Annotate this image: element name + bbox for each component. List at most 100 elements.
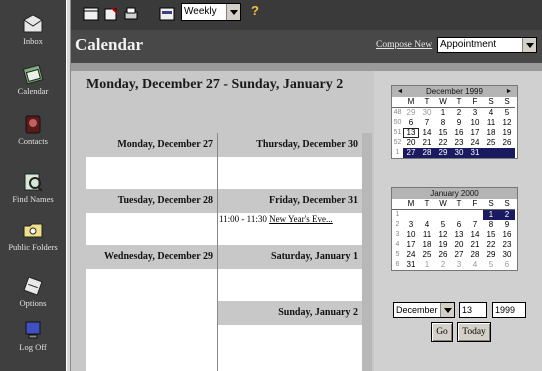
calendar-day[interactable]: 31 <box>403 260 419 270</box>
compose-new-select[interactable]: Appointment <box>437 37 537 53</box>
chevron-down-icon[interactable] <box>522 38 536 52</box>
day-slot-sunday[interactable] <box>218 325 362 371</box>
event-item[interactable]: 11:00 - 11:30 New Year's Eve... <box>219 214 333 224</box>
calendar-day[interactable]: 27 <box>403 148 419 158</box>
goto-year-input[interactable]: 1999 <box>492 302 526 318</box>
calendar-day[interactable]: 12 <box>435 230 451 240</box>
calendar-day[interactable]: 25 <box>483 138 499 148</box>
nav-item-options[interactable]: Options <box>0 274 66 308</box>
calendar-day[interactable]: 16 <box>499 230 515 240</box>
calendar-day[interactable]: 21 <box>419 138 435 148</box>
weekly-view-icon[interactable] <box>159 6 175 22</box>
calendar-day[interactable]: 5 <box>483 260 499 270</box>
go-button[interactable]: Go <box>431 322 453 342</box>
calendar-day[interactable]: 22 <box>483 240 499 250</box>
event-title-link[interactable]: New Year's Eve... <box>269 214 333 224</box>
calendar-day[interactable]: 28 <box>419 148 435 158</box>
calendar-day[interactable]: 12 <box>499 118 515 128</box>
calendar-day[interactable]: 17 <box>467 128 483 138</box>
calendar-day[interactable]: 1 <box>435 108 451 118</box>
calendar-day[interactable]: 26 <box>499 138 515 148</box>
day-slot-saturday[interactable] <box>218 269 362 301</box>
calendar-day[interactable]: 29 <box>483 250 499 260</box>
day-slot-tuesday[interactable] <box>86 213 217 245</box>
day-slot-thursday[interactable] <box>218 157 362 189</box>
calendar-day[interactable]: 3 <box>451 260 467 270</box>
calendar-day[interactable]: 15 <box>435 128 451 138</box>
week-scrollbar[interactable] <box>362 133 372 371</box>
calendar-day[interactable]: 18 <box>483 128 499 138</box>
calendar-day[interactable]: 30 <box>419 108 435 118</box>
help-button[interactable]: ? <box>251 3 259 18</box>
calendar-day[interactable]: 7 <box>419 118 435 128</box>
nav-item-log-off[interactable]: Log Off <box>0 318 66 352</box>
calendar-day[interactable]: 11 <box>483 118 499 128</box>
nav-item-calendar[interactable]: Calendar <box>0 62 66 96</box>
calendar-day[interactable]: 23 <box>499 240 515 250</box>
calendar-day[interactable]: 13 <box>451 230 467 240</box>
next-month-arrow-icon[interactable]: ► <box>503 86 515 97</box>
calendar-day[interactable]: 23 <box>451 138 467 148</box>
calendar-day[interactable]: 10 <box>467 118 483 128</box>
calendar-day[interactable]: 4 <box>483 108 499 118</box>
calendar-day[interactable]: 30 <box>451 148 467 158</box>
calendar-day[interactable]: 8 <box>435 118 451 128</box>
calendar-day[interactable]: 27 <box>451 250 467 260</box>
day-header-thursday[interactable]: Thursday, December 30 <box>218 133 362 157</box>
calendar-day[interactable]: 11 <box>419 230 435 240</box>
view-select[interactable]: Weekly <box>181 3 241 21</box>
calendar-day[interactable]: 18 <box>419 240 435 250</box>
calendar-day[interactable]: 6 <box>499 260 515 270</box>
calendar-day[interactable]: 10 <box>403 230 419 240</box>
calendar-day[interactable]: 31 <box>467 148 483 158</box>
calendar-day[interactable]: 4 <box>467 260 483 270</box>
compose-new-link[interactable]: Compose New <box>376 40 432 50</box>
calendar-day[interactable]: 17 <box>403 240 419 250</box>
day-header-wednesday[interactable]: Wednesday, December 29 <box>86 245 217 269</box>
calendar-day[interactable]: 3 <box>467 108 483 118</box>
calendar-day[interactable]: 5 <box>435 220 451 230</box>
calendar-day[interactable]: 30 <box>499 250 515 260</box>
calendar-day[interactable]: 1 <box>483 210 499 220</box>
day-header-sunday[interactable]: Sunday, January 2 <box>218 301 362 325</box>
calendar-day[interactable]: 26 <box>435 250 451 260</box>
day-header-saturday[interactable]: Saturday, January 1 <box>218 245 362 269</box>
nav-item-find-names[interactable]: Find Names <box>0 170 66 204</box>
day-slot-friday[interactable]: 11:00 - 11:30 New Year's Eve... <box>218 213 362 245</box>
calendar-day[interactable]: 25 <box>419 250 435 260</box>
day-header-friday[interactable]: Friday, December 31 <box>218 189 362 213</box>
calendar-day[interactable]: 6 <box>403 118 419 128</box>
calendar-day[interactable]: 4 <box>419 220 435 230</box>
today-button[interactable]: Today <box>457 322 491 342</box>
goto-day-input[interactable]: 13 <box>459 302 487 318</box>
new-item-icon[interactable] <box>103 6 119 22</box>
print-icon[interactable] <box>123 6 139 22</box>
day-slot-wednesday[interactable] <box>86 269 217 371</box>
calendar-day[interactable]: 20 <box>451 240 467 250</box>
goto-month-select[interactable]: December <box>393 302 455 318</box>
calendar-day[interactable]: 28 <box>467 250 483 260</box>
calendar-day[interactable]: 1 <box>419 260 435 270</box>
prev-month-arrow-icon[interactable]: ◄ <box>394 86 406 97</box>
calendar-day[interactable]: 22 <box>435 138 451 148</box>
chevron-down-icon[interactable] <box>440 303 454 317</box>
nav-item-contacts[interactable]: Contacts <box>0 112 66 146</box>
calendar-day[interactable]: 6 <box>451 220 467 230</box>
day-header-monday[interactable]: Monday, December 27 <box>86 133 217 157</box>
calendar-day[interactable]: 2 <box>435 260 451 270</box>
calendar-day[interactable]: 3 <box>403 220 419 230</box>
calendar-day[interactable]: 19 <box>435 240 451 250</box>
calendar-day[interactable]: 15 <box>483 230 499 240</box>
calendar-day[interactable]: 24 <box>467 138 483 148</box>
calendar-day[interactable]: 20 <box>403 138 419 148</box>
nav-item-public-folders[interactable]: Public Folders <box>0 218 66 252</box>
calendar-day[interactable]: 21 <box>467 240 483 250</box>
calendar-day[interactable]: 9 <box>451 118 467 128</box>
calendar-day[interactable]: 7 <box>467 220 483 230</box>
calendar-day[interactable]: 9 <box>499 220 515 230</box>
calendar-day[interactable]: 29 <box>435 148 451 158</box>
calendar-day[interactable]: 8 <box>483 220 499 230</box>
calendar-day[interactable]: 14 <box>419 128 435 138</box>
calendar-day[interactable]: 24 <box>403 250 419 260</box>
daily-view-icon[interactable] <box>83 6 99 22</box>
